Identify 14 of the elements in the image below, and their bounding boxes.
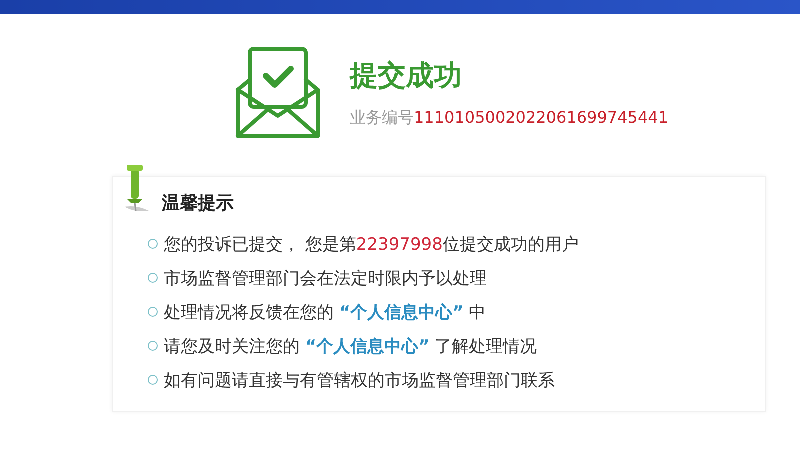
bullet-icon [148, 239, 158, 249]
tip-text: 如有问题请直接与有管辖权的市场监督管理部门联系 [164, 370, 555, 392]
bullet-icon [148, 273, 158, 283]
tip-text: 处理情况将反馈在您的 “个人信息中心” 中 [164, 302, 486, 324]
business-number: 1110105002022061699745441 [414, 108, 668, 127]
tip-text: 请您及时关注您的 “个人信息中心” 了解处理情况 [164, 336, 538, 358]
success-title: 提交成功 [350, 58, 463, 94]
bullet-icon [148, 307, 158, 317]
tip-text: 您的投诉已提交， 您是第22397998位提交成功的用户 [164, 234, 579, 256]
bullet-icon [148, 341, 158, 351]
bullet-icon [148, 375, 158, 385]
business-number-label: 业务编号 [350, 108, 414, 127]
tips-heading: 温馨提示 [162, 192, 235, 216]
tip-text: 市场监督管理部门会在法定时限内予以处理 [164, 268, 487, 290]
